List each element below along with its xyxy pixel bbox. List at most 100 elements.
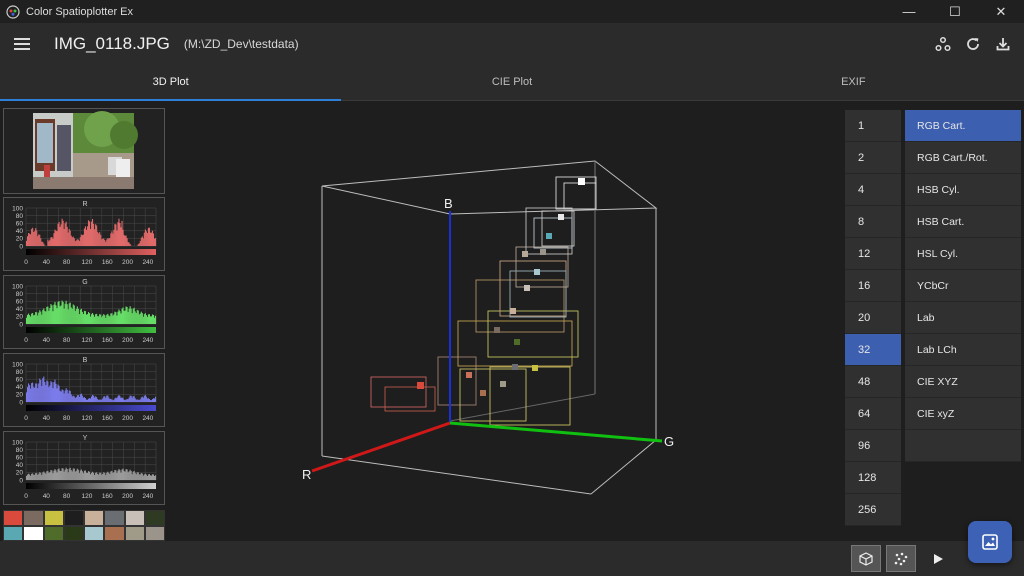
- tab-cie-plot[interactable]: CIE Plot: [341, 65, 682, 100]
- histogram-bar: [38, 383, 40, 402]
- color-swatch: [43, 525, 64, 541]
- histogram-bar: [105, 475, 107, 480]
- bin-count-4[interactable]: 4: [845, 174, 901, 206]
- histogram-bar: [31, 383, 33, 402]
- histogram-bar: [77, 395, 79, 402]
- histogram-bar: [149, 232, 152, 246]
- bin-count-256[interactable]: 256: [845, 494, 901, 526]
- color-swatch: [144, 525, 165, 541]
- bin-point: [466, 372, 472, 378]
- histogram-bar: [93, 223, 95, 246]
- histogram-bar: [116, 315, 118, 324]
- histogram-bar: [79, 470, 81, 480]
- color-space-rgb-cart-[interactable]: RGB Cart.: [905, 110, 1021, 142]
- tab-exif[interactable]: EXIF: [683, 65, 1024, 100]
- color-space-lab-lch[interactable]: Lab LCh: [905, 334, 1021, 366]
- color-space-rgb-cart-rot-[interactable]: RGB Cart./Rot.: [905, 142, 1021, 174]
- bin-count-20[interactable]: 20: [845, 302, 901, 334]
- histogram-bar: [152, 398, 155, 402]
- cube-icon[interactable]: [851, 545, 881, 572]
- histogram-x-tick: 80: [63, 337, 71, 344]
- color-space-hsb-cart-[interactable]: HSB Cart.: [905, 206, 1021, 238]
- histogram-bar: [65, 221, 67, 246]
- histogram-bar: [35, 383, 37, 402]
- histogram-bar: [27, 474, 29, 480]
- histogram-bar: [127, 241, 129, 246]
- share-nodes-icon[interactable]: [928, 32, 958, 56]
- histogram-bar: [63, 308, 65, 324]
- histogram-bar: [116, 398, 118, 402]
- bin-point: [524, 285, 530, 291]
- histogram-x-tick: 80: [63, 259, 71, 266]
- bin-count-96[interactable]: 96: [845, 430, 901, 462]
- histogram-bar: [139, 241, 141, 246]
- tab-3d-plot[interactable]: 3D Plot: [0, 65, 342, 101]
- color-swatch: [124, 525, 145, 541]
- color-space-cie-xyz[interactable]: CIE xyZ: [905, 398, 1021, 430]
- color-space-cie-xyz[interactable]: CIE XYZ: [905, 366, 1021, 398]
- menu-icon[interactable]: [14, 38, 30, 50]
- color-space-hsl-cyl-[interactable]: HSL Cyl.: [905, 238, 1021, 270]
- histogram-bar: [110, 313, 112, 324]
- histogram-bar: [39, 310, 41, 324]
- histogram-y-tick: 80: [16, 447, 24, 454]
- refresh-icon[interactable]: [958, 32, 988, 56]
- histogram-y-tick: 0: [19, 243, 23, 250]
- histogram-bar: [77, 308, 79, 324]
- bottom-toolbar: [0, 541, 1024, 576]
- histogram-bar: [128, 308, 130, 324]
- histogram-bar: [142, 397, 144, 402]
- image-icon[interactable]: [968, 521, 1012, 563]
- histogram-y-tick: 20: [16, 392, 24, 399]
- bin-count-64[interactable]: 64: [845, 398, 901, 430]
- scatter-icon[interactable]: [886, 545, 916, 572]
- bin-count-48[interactable]: 48: [845, 366, 901, 398]
- histogram-bar: [117, 396, 119, 402]
- histogram-bar: [152, 314, 155, 324]
- image-thumbnail[interactable]: [3, 108, 165, 194]
- histogram-bar: [33, 315, 35, 324]
- histogram-bar: [103, 314, 105, 324]
- histogram-bar: [50, 381, 52, 402]
- bin-count-128[interactable]: 128: [845, 462, 901, 494]
- bin-count-16[interactable]: 16: [845, 270, 901, 302]
- histogram-bar: [98, 233, 100, 246]
- bin-count-8[interactable]: 8: [845, 206, 901, 238]
- bin-point: [546, 233, 552, 239]
- bin-box: [489, 366, 571, 426]
- histogram-bar: [126, 307, 128, 324]
- bin-count-32[interactable]: 32: [845, 334, 901, 366]
- maximize-button[interactable]: ☐: [932, 0, 978, 23]
- histogram-bar: [50, 469, 52, 480]
- histogram-bar: [76, 395, 78, 402]
- histogram-bar: [116, 472, 118, 480]
- color-space-lab[interactable]: Lab: [905, 302, 1021, 334]
- histogram-bar: [98, 316, 100, 324]
- histogram-bar: [150, 475, 153, 480]
- color-swatch: [104, 525, 125, 541]
- bin-count-1[interactable]: 1: [845, 110, 901, 142]
- bin-count-12[interactable]: 12: [845, 238, 901, 270]
- histogram-channel-label: G: [82, 279, 87, 286]
- bin-point: [480, 390, 486, 396]
- histogram-bar: [103, 472, 105, 480]
- histogram-bar: [75, 308, 77, 324]
- color-space-ycbcr[interactable]: YCbCr: [905, 270, 1021, 302]
- 3d-rgb-plot[interactable]: B R G: [290, 151, 710, 511]
- histogram-bar: [125, 235, 127, 246]
- download-icon[interactable]: [988, 32, 1018, 56]
- r-axis-line: [311, 421, 451, 473]
- histogram-bar: [30, 388, 32, 402]
- histogram-bar: [95, 396, 97, 402]
- bin-count-2[interactable]: 2: [845, 142, 901, 174]
- histogram-x-tick: 120: [82, 493, 93, 500]
- histogram-bar: [118, 468, 120, 480]
- play-icon[interactable]: [923, 545, 953, 572]
- histogram-channel-label: R: [82, 201, 87, 208]
- color-space-hsb-cyl-[interactable]: HSB Cyl.: [905, 174, 1021, 206]
- bin-point: [534, 269, 540, 275]
- minimize-button[interactable]: —: [886, 0, 932, 23]
- histogram-bar: [40, 238, 42, 246]
- close-button[interactable]: ✕: [978, 0, 1024, 23]
- histogram-bar: [109, 316, 111, 324]
